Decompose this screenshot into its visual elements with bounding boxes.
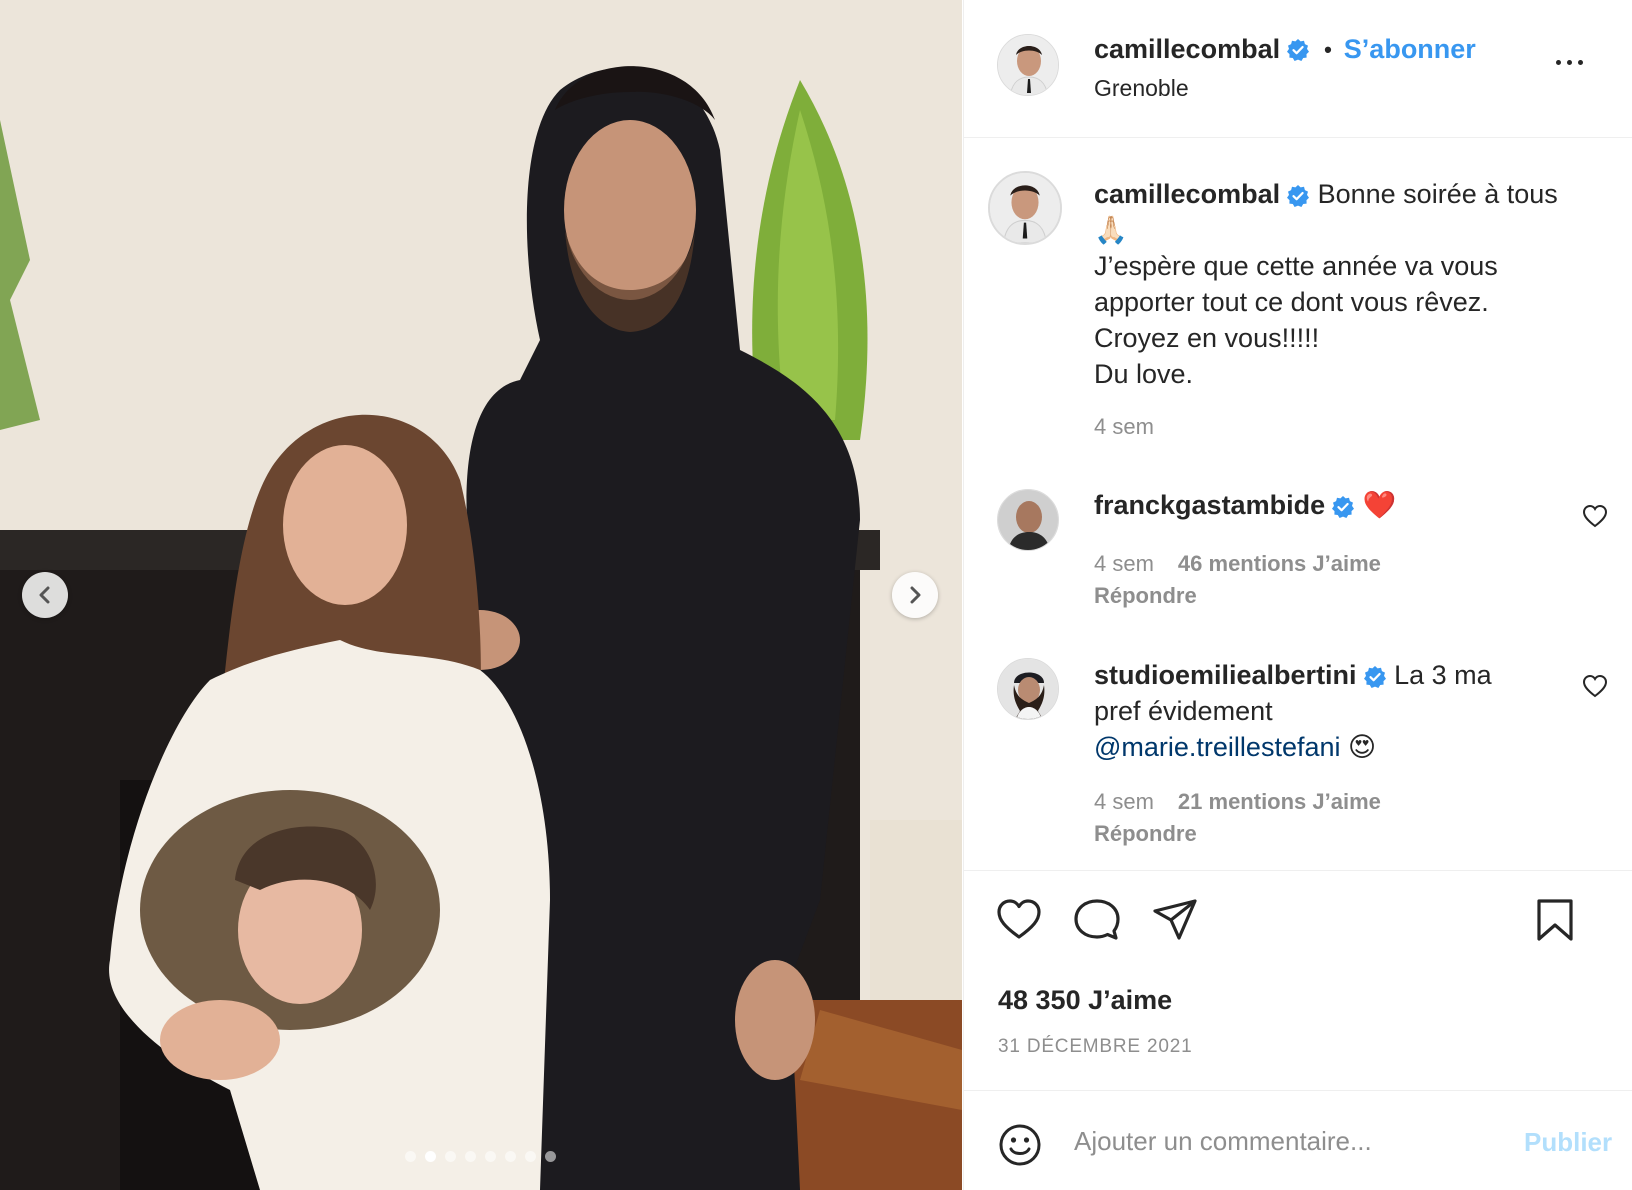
heart-icon[interactable]	[996, 898, 1042, 940]
publish-button[interactable]: Publier	[1524, 1127, 1612, 1158]
reply-button[interactable]: Répondre	[1094, 583, 1197, 609]
avatar[interactable]	[997, 34, 1059, 96]
likes-count[interactable]: 48 350 J’aime	[998, 985, 1172, 1016]
comment-likes[interactable]: 46 mentions J’aime	[1178, 551, 1381, 576]
heart-icon[interactable]	[1582, 674, 1608, 698]
carousel-dot	[405, 1151, 416, 1162]
caption-avatar[interactable]	[988, 171, 1062, 245]
chevron-left-icon	[39, 586, 50, 604]
add-comment-bar: Publier	[964, 1090, 1632, 1190]
chevron-right-icon	[910, 586, 921, 604]
carousel-indicator	[405, 1151, 556, 1162]
comment-timestamp[interactable]: 4 sem	[1094, 551, 1154, 576]
heart-icon[interactable]	[1582, 504, 1608, 528]
comment-avatar[interactable]	[997, 489, 1059, 551]
comment: studioemiliealbertini La 3 ma pref évide…	[1094, 657, 1599, 765]
caption-line-b: apporter tout ce dont vous rêvez.	[1094, 287, 1489, 317]
comment: franckgastambide ❤️	[1094, 487, 1599, 523]
previous-photo-button[interactable]	[22, 572, 68, 618]
comment-text: La 3 ma	[1394, 660, 1492, 690]
bookmark-icon[interactable]	[1536, 898, 1574, 942]
caption-emoji: 🙏🏻	[1094, 215, 1128, 245]
carousel-dot	[445, 1151, 456, 1162]
caption-line-c: Croyez en vous!!!!!	[1094, 323, 1320, 353]
post-header: camillecombal • S’abonner Grenoble	[964, 0, 1632, 138]
caption-username[interactable]: camillecombal	[1094, 179, 1280, 209]
comment-input[interactable]	[1074, 1119, 1494, 1163]
post-sidebar: camillecombal • S’abonner Grenoble camil…	[963, 0, 1632, 1190]
more-horizontal-icon	[1556, 60, 1561, 65]
caption-line-d: Du love.	[1094, 359, 1194, 389]
post-photo[interactable]	[0, 0, 962, 1190]
carousel-dot	[545, 1151, 556, 1162]
comments-list[interactable]: camillecombal Bonne soirée à tous 🙏🏻 J’e…	[964, 139, 1632, 870]
next-photo-button[interactable]	[892, 572, 938, 618]
location-link[interactable]: Grenoble	[1094, 75, 1189, 102]
carousel-dot	[465, 1151, 476, 1162]
comment-text-cont: pref évidement	[1094, 696, 1273, 726]
carousel-dot	[485, 1151, 496, 1162]
verified-badge-icon	[1332, 495, 1355, 518]
comment-emoji: 😍	[1348, 732, 1377, 762]
profile-picture	[998, 659, 1058, 719]
carousel-dot	[525, 1151, 536, 1162]
caption-line-a: J’espère que cette année va vous	[1094, 251, 1498, 281]
comment-text: ❤️	[1362, 490, 1397, 520]
verified-badge-icon	[1363, 665, 1386, 688]
mention-link[interactable]: @marie.treillestefani	[1094, 732, 1341, 762]
post-actions: 48 350 J’aime 31 DÉCEMBRE 2021	[964, 870, 1632, 1090]
comment-username[interactable]: franckgastambide	[1094, 490, 1325, 520]
comment-meta: 4 sem 21 mentions J’aime	[1094, 789, 1381, 815]
profile-picture	[998, 490, 1058, 550]
post-date[interactable]: 31 DÉCEMBRE 2021	[998, 1036, 1192, 1058]
comment-avatar[interactable]	[997, 658, 1059, 720]
follow-button[interactable]: S’abonner	[1344, 34, 1476, 65]
comment-meta: 4 sem 46 mentions J’aime	[1094, 551, 1381, 577]
more-horizontal-icon-dot	[1567, 60, 1572, 65]
comment-icon[interactable]	[1074, 898, 1120, 942]
more-horizontal-icon-dot	[1578, 60, 1583, 65]
reply-button[interactable]: Répondre	[1094, 821, 1197, 847]
paper-plane-icon[interactable]	[1152, 898, 1198, 942]
header-separator: •	[1324, 36, 1332, 62]
comment-timestamp[interactable]: 4 sem	[1094, 789, 1154, 814]
smiley-icon[interactable]	[998, 1123, 1042, 1167]
carousel-dot	[505, 1151, 516, 1162]
verified-badge-icon	[1287, 38, 1310, 61]
comment-username[interactable]: studioemiliealbertini	[1094, 660, 1357, 690]
carousel-dot	[425, 1151, 436, 1162]
profile-picture	[990, 173, 1060, 243]
photo-scene	[0, 0, 962, 1190]
profile-picture	[998, 35, 1058, 95]
comment-likes[interactable]: 21 mentions J’aime	[1178, 789, 1381, 814]
header-username[interactable]: camillecombal	[1094, 34, 1280, 65]
verified-badge-icon	[1287, 184, 1310, 207]
caption-timestamp[interactable]: 4 sem	[1094, 414, 1154, 440]
caption-text-line1: Bonne soirée à tous	[1317, 179, 1558, 209]
caption: camillecombal Bonne soirée à tous 🙏🏻 J’e…	[1094, 176, 1599, 392]
more-options-button[interactable]	[1556, 60, 1583, 65]
